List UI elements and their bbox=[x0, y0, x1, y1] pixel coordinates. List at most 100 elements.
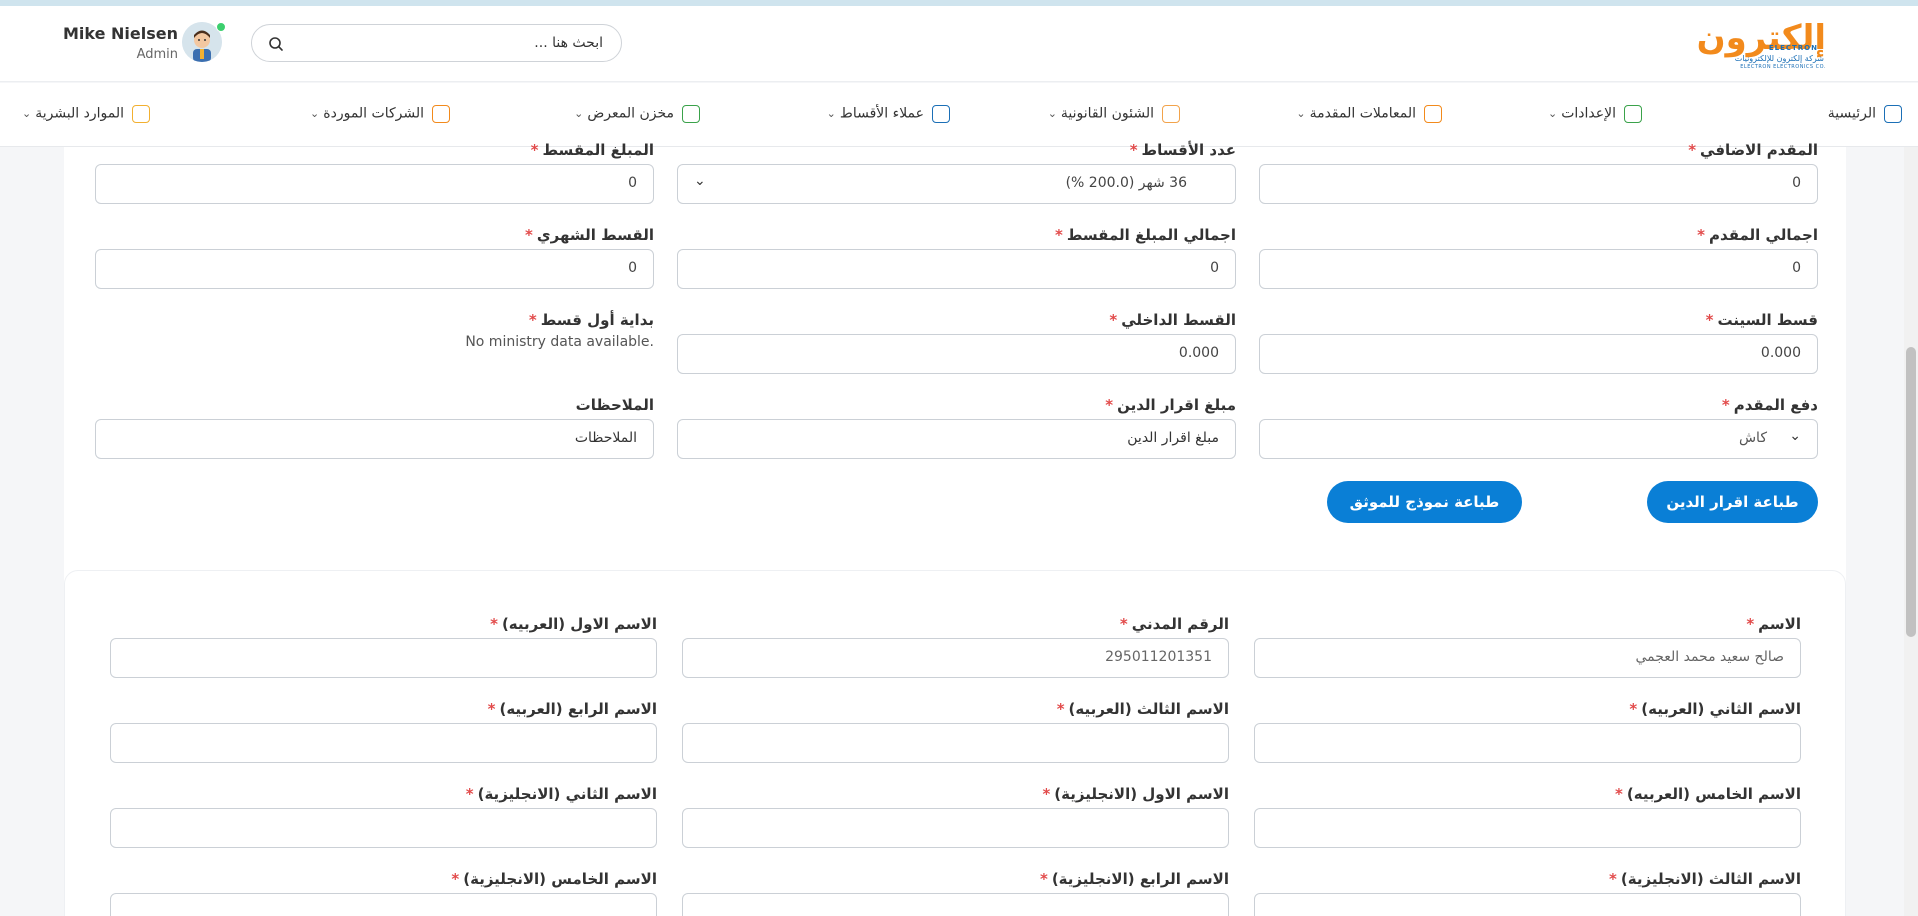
scrollbar-thumb[interactable] bbox=[1906, 347, 1916, 637]
field-label: قسط السينت* bbox=[1705, 311, 1818, 329]
nav-item-2[interactable]: الإعدادات⌄ bbox=[1548, 103, 1642, 127]
chevron-down-icon: ⌄ bbox=[694, 173, 706, 189]
chevron-down-icon: ⌄ bbox=[21, 107, 32, 120]
settings-icon bbox=[1624, 104, 1642, 123]
search-placeholder: ابحث هنا ... bbox=[534, 35, 603, 51]
fourth-name-ar-input[interactable] bbox=[110, 723, 657, 763]
company-icon bbox=[432, 104, 450, 123]
notes-input[interactable]: الملاحظات bbox=[95, 419, 654, 459]
monthly-installment-input[interactable]: 0 bbox=[95, 249, 654, 289]
field-label: اجمالي المبلغ المقسط* bbox=[1054, 226, 1236, 244]
field-label: المبلغ المقسط* bbox=[530, 141, 654, 159]
fourth-name-en-input[interactable] bbox=[682, 893, 1229, 916]
online-status-dot bbox=[216, 22, 226, 32]
field-label: الاسم الاول (العربيه)* bbox=[490, 615, 657, 633]
nav-item-label: الشركات الموردة bbox=[323, 105, 424, 122]
home-icon bbox=[1884, 104, 1902, 123]
down-payment-method-select[interactable]: ⌄ كاش bbox=[1259, 419, 1818, 459]
brand-logo[interactable]: إلكترون ELECTRON شركة إلكترون للإلكتروني… bbox=[1697, 18, 1826, 74]
field-label: الاسم الخامس (العربيه)* bbox=[1615, 785, 1801, 803]
nav-item-3[interactable]: المعاملات المقدمة⌄ bbox=[1296, 103, 1442, 127]
chevron-down-icon: ⌄ bbox=[1548, 107, 1558, 120]
briefcase-icon bbox=[132, 104, 150, 123]
nav-item-7[interactable]: الشركات الموردة⌄ bbox=[310, 103, 450, 127]
search-icon bbox=[269, 37, 283, 51]
vertical-scrollbar[interactable] bbox=[1904, 147, 1918, 916]
installment-amount-input[interactable]: 0 bbox=[95, 164, 654, 204]
fifth-name-ar-input[interactable] bbox=[1254, 808, 1801, 848]
chevron-down-icon: ⌄ bbox=[574, 107, 584, 120]
sinet-installment-input[interactable]: 0.000 bbox=[1259, 334, 1818, 374]
nav-item-8[interactable]: الموارد البشرية⌄ bbox=[22, 103, 150, 127]
folder-icon bbox=[1162, 104, 1180, 123]
search-input[interactable]: ابحث هنا ... bbox=[251, 24, 622, 62]
chevron-down-icon: ⌄ bbox=[1296, 107, 1306, 120]
civil-id-input[interactable]: 295011201351 bbox=[682, 638, 1229, 678]
field-label: الاسم الثالث (الانجليزية)* bbox=[1609, 870, 1801, 888]
total-installment-amount-input[interactable]: 0 bbox=[677, 249, 1236, 289]
customer-name-input[interactable]: صالح سعيد محمد العجمي bbox=[1254, 638, 1801, 678]
third-name-en-input[interactable] bbox=[1254, 893, 1801, 916]
field-label: اجمالي المقدم* bbox=[1697, 226, 1818, 244]
nav-item-label: الموارد البشرية bbox=[35, 105, 124, 122]
nav-item-6[interactable]: مخزن المعرض⌄ bbox=[574, 103, 700, 127]
field-label: الاسم الخامس (الانجليزية)* bbox=[451, 870, 657, 888]
second-name-ar-input[interactable] bbox=[1254, 723, 1801, 763]
document-icon bbox=[1424, 104, 1442, 123]
customer-info-card: الاسم* صالح سعيد محمد العجمي الرقم المدن… bbox=[64, 570, 1846, 916]
nav-item-label: الإعدادات bbox=[1561, 105, 1616, 122]
nav-item-1[interactable]: الرئيسية bbox=[1828, 103, 1902, 127]
main-navigation: الرئيسية الإعدادات⌄ المعاملات المقدمة⌄ الشئ… bbox=[0, 83, 1918, 147]
logo-english: ELECTRON bbox=[1768, 44, 1818, 52]
total-down-payment-input[interactable]: 0 bbox=[1259, 249, 1818, 289]
nav-item-4[interactable]: الشئون القانونية⌄ bbox=[1048, 103, 1180, 127]
logo-subtitle-ar: شركة إلكترون للإلكترونيات bbox=[1734, 54, 1824, 63]
user-role: Admin bbox=[136, 47, 178, 62]
store-icon bbox=[682, 104, 700, 123]
nav-item-label: عملاء الأقساط bbox=[839, 105, 924, 122]
field-label: بداية أول قسط* bbox=[528, 311, 654, 329]
field-label: الاسم الرابع (الانجليزية)* bbox=[1039, 870, 1229, 888]
field-label: مبلغ اقرار الدين* bbox=[1105, 396, 1236, 414]
field-label: الاسم* bbox=[1746, 615, 1801, 633]
logo-arabic: إلكترون bbox=[1696, 18, 1826, 58]
nav-item-label: الشئون القانونية bbox=[1060, 105, 1154, 122]
nav-item-label: المعاملات المقدمة bbox=[1309, 105, 1416, 122]
field-label: المقدم الاضافي* bbox=[1688, 141, 1818, 159]
field-label: الاسم الرابع (العربيه)* bbox=[487, 700, 657, 718]
extra-down-payment-input[interactable]: 0 bbox=[1259, 164, 1818, 204]
internal-installment-input[interactable]: 0.000 bbox=[677, 334, 1236, 374]
second-name-en-input[interactable] bbox=[110, 808, 657, 848]
field-label: الملاحظات bbox=[575, 396, 654, 414]
chevron-down-icon: ⌄ bbox=[310, 107, 320, 120]
user-name: Mike Nielsen bbox=[62, 24, 178, 43]
first-name-en-input[interactable] bbox=[682, 808, 1229, 848]
installments-count-select[interactable]: ⌄ 36 شهر (200.0 %) bbox=[677, 164, 1236, 204]
chevron-down-icon: ⌄ bbox=[1789, 428, 1801, 444]
field-label: الاسم الثاني (العربيه)* bbox=[1629, 700, 1801, 718]
field-label: القسط الداخلي* bbox=[1109, 311, 1236, 329]
calendar-icon bbox=[932, 104, 950, 123]
user-profile[interactable]: Mike Nielsen Admin bbox=[63, 20, 226, 68]
field-label: الاسم الاول (الانجليزية)* bbox=[1042, 785, 1229, 803]
field-label: دفع المقدم* bbox=[1721, 396, 1818, 414]
third-name-ar-input[interactable] bbox=[682, 723, 1229, 763]
field-label: الرقم المدني* bbox=[1119, 615, 1229, 633]
fifth-name-en-input[interactable] bbox=[110, 893, 657, 916]
nav-item-label: الرئيسية bbox=[1827, 105, 1876, 122]
app-header: إلكترون ELECTRON شركة إلكترون للإلكتروني… bbox=[0, 6, 1918, 82]
field-label: الاسم الثاني (الانجليزية)* bbox=[465, 785, 657, 803]
chevron-down-icon: ⌄ bbox=[826, 107, 836, 120]
first-name-ar-input[interactable] bbox=[110, 638, 657, 678]
nav-item-label: مخزن المعرض bbox=[587, 105, 674, 122]
field-label: القسط الشهري* bbox=[525, 226, 654, 244]
field-label: عدد الأقساط* bbox=[1129, 141, 1236, 159]
print-debt-button[interactable]: طباعة اقرار الدين bbox=[1647, 481, 1818, 523]
nav-item-5[interactable]: عملاء الأقساط⌄ bbox=[827, 103, 950, 127]
debt-acknowledgment-input[interactable]: مبلغ اقرار الدين bbox=[677, 419, 1236, 459]
chevron-down-icon: ⌄ bbox=[1047, 107, 1057, 120]
print-notary-button[interactable]: طباعة نموذج للموثق bbox=[1327, 481, 1522, 523]
logo-subtitle-en: ELECTRON ELECTRONICS CO. bbox=[1740, 64, 1826, 70]
ministry-data-note: No ministry data available. bbox=[465, 334, 654, 350]
field-label: الاسم الثالث (العربيه)* bbox=[1056, 700, 1229, 718]
